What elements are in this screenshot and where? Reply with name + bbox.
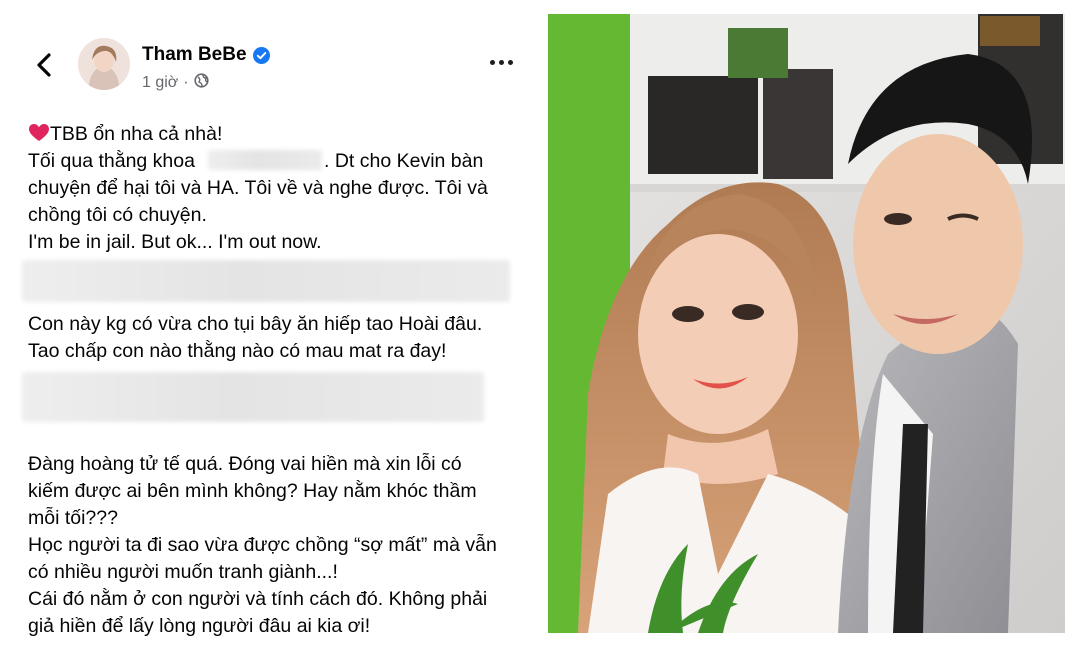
post-line-11: Học người ta đi sao vừa được chồng “sợ m… [28, 534, 497, 556]
globe-icon [194, 73, 209, 93]
facebook-post-screenshot: Tham BeBe 1 giờ · TBB ổn nha cả nhà! Tối… [0, 0, 540, 648]
redaction-blur [22, 372, 484, 422]
post-line-2: Tối qua thằng khoa [28, 150, 195, 172]
post-line-13: Cái đó nằm ở con người và tính cách đó. … [28, 588, 488, 610]
author-name[interactable]: Tham BeBe [142, 44, 247, 66]
separator-dot: · [183, 74, 189, 91]
post-line-10: mỗi tối??? [28, 507, 118, 529]
post-line-12: có nhiều người muốn tranh giành...! [28, 561, 338, 583]
verified-badge-icon [252, 46, 270, 64]
post-line-3: chuyện để hại tôi và HA. Tôi về và nghe … [28, 177, 488, 199]
back-arrow-icon[interactable] [30, 48, 60, 82]
post-line-5: I'm be in jail. But ok... I'm out now. [28, 231, 322, 253]
more-options-icon[interactable] [490, 60, 513, 65]
avatar[interactable] [78, 38, 130, 90]
heart-emoji-icon [28, 123, 50, 143]
couple-selfie-photo [548, 14, 1065, 633]
post-line-7: Tao chấp con nào thằng nào có mau mat ra… [28, 340, 447, 362]
post-line-8: Đàng hoàng tử tế quá. Đóng vai hiền mà x… [28, 453, 462, 475]
divider [540, 0, 548, 648]
post-line-14: giả hiền để lấy lòng người đâu ai kia ơi… [28, 615, 371, 637]
post-line-2b: . Dt cho Kevin bàn [324, 150, 484, 172]
redaction-blur [208, 150, 322, 170]
post-line-1: TBB ổn nha cả nhà! [50, 123, 223, 145]
redaction-blur [22, 260, 510, 302]
post-line-6: Con này kg có vừa cho tụi bây ăn hiếp ta… [28, 313, 483, 335]
post-line-9: kiếm được ai bên mình không? Hay nằm khó… [28, 480, 477, 502]
post-line-4: chồng tôi có chuyện. [28, 204, 207, 226]
post-timestamp[interactable]: 1 giờ [142, 74, 178, 92]
